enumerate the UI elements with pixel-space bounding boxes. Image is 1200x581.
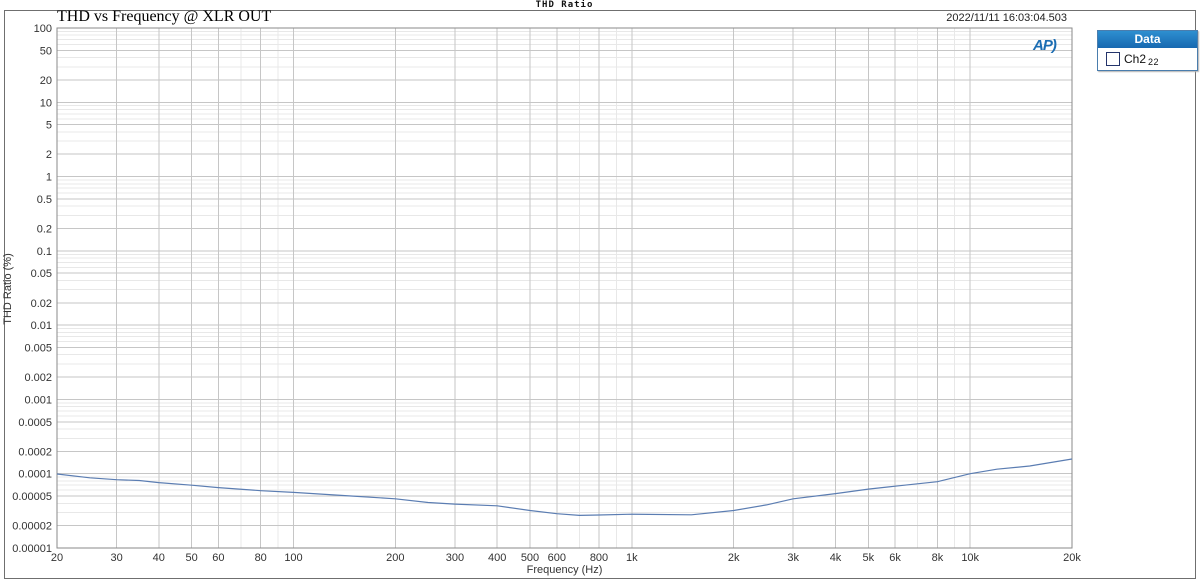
- x-tick-label: 4k: [830, 552, 842, 564]
- y-tick-label: 100: [34, 23, 52, 35]
- x-tick-label: 10k: [961, 552, 979, 564]
- legend-box: Data Ch2 22: [1097, 30, 1198, 71]
- x-tick-label: 20: [51, 552, 63, 564]
- x-tick-label: 3k: [787, 552, 799, 564]
- x-tick-label: 5k: [862, 552, 874, 564]
- x-tick-label: 2k: [728, 552, 740, 564]
- x-tick-label: 80: [255, 552, 267, 564]
- y-tick-label: 2: [46, 149, 52, 161]
- legend-swatch: [1106, 52, 1120, 66]
- x-tick-label: 200: [386, 552, 404, 564]
- y-tick-label: 50: [40, 45, 52, 57]
- y-tick-label: 0.01: [31, 320, 52, 332]
- y-axis-title: THD Ratio (%): [2, 253, 14, 325]
- x-axis-title: Frequency (Hz): [526, 564, 603, 576]
- legend-header: Data: [1098, 31, 1197, 48]
- graph-panel: THD Ratio THD vs Frequency @ XLR OUT 202…: [0, 0, 1200, 581]
- y-tick-label: 5: [46, 120, 52, 132]
- y-tick-label: 0.05: [31, 268, 52, 280]
- x-tick-label: 300: [446, 552, 464, 564]
- ap-logo: AP): [1033, 37, 1057, 54]
- x-tick-label: 30: [110, 552, 122, 564]
- thd-curve: [56, 458, 1073, 517]
- x-tick-label: 8k: [932, 552, 944, 564]
- x-tick-label: 60: [212, 552, 224, 564]
- y-tick-label: 0.00001: [12, 543, 52, 555]
- y-tick-label: 0.00005: [12, 491, 52, 503]
- x-tick-label: 600: [548, 552, 566, 564]
- y-tick-label: 0.2: [37, 224, 52, 236]
- x-tick-label: 400: [488, 552, 506, 564]
- legend-entry-ch2[interactable]: Ch2 22: [1098, 48, 1197, 70]
- y-tick-label: 0.02: [31, 298, 52, 310]
- y-tick-label: 0.005: [24, 343, 52, 355]
- grid-minor: [57, 28, 1072, 548]
- y-tick-label: 0.5: [37, 194, 52, 206]
- y-tick-label: 0.002: [24, 372, 52, 384]
- y-tick-label: 0.00002: [12, 521, 52, 533]
- thd-plot: 20 30 40 50 60 80 100 200 300 400 500 600 800 1k 2k 3k 4…: [12, 23, 1081, 564]
- x-tick-label: 40: [153, 552, 165, 564]
- y-tick-label: 20: [40, 75, 52, 87]
- x-tick-label: 100: [284, 552, 302, 564]
- y-tick-label: 0.1: [37, 246, 52, 258]
- x-tick-label: 6k: [889, 552, 901, 564]
- y-tick-label: 0.0001: [18, 469, 52, 481]
- y-tick-label: 0.0002: [18, 446, 52, 458]
- x-tick-label: 20k: [1063, 552, 1081, 564]
- x-tick-label: 800: [590, 552, 608, 564]
- y-tick-label: 0.001: [24, 394, 52, 406]
- y-tick-label: 10: [40, 97, 52, 109]
- y-tick-label: 0.0005: [18, 417, 52, 429]
- x-tick-label: 500: [521, 552, 539, 564]
- x-tick-label: 1k: [626, 552, 638, 564]
- legend-entry-label: Ch2: [1124, 52, 1147, 66]
- y-tick-label: 1: [46, 172, 52, 184]
- x-tick-label: 50: [185, 552, 197, 564]
- legend-entry-index: 22: [1148, 57, 1160, 67]
